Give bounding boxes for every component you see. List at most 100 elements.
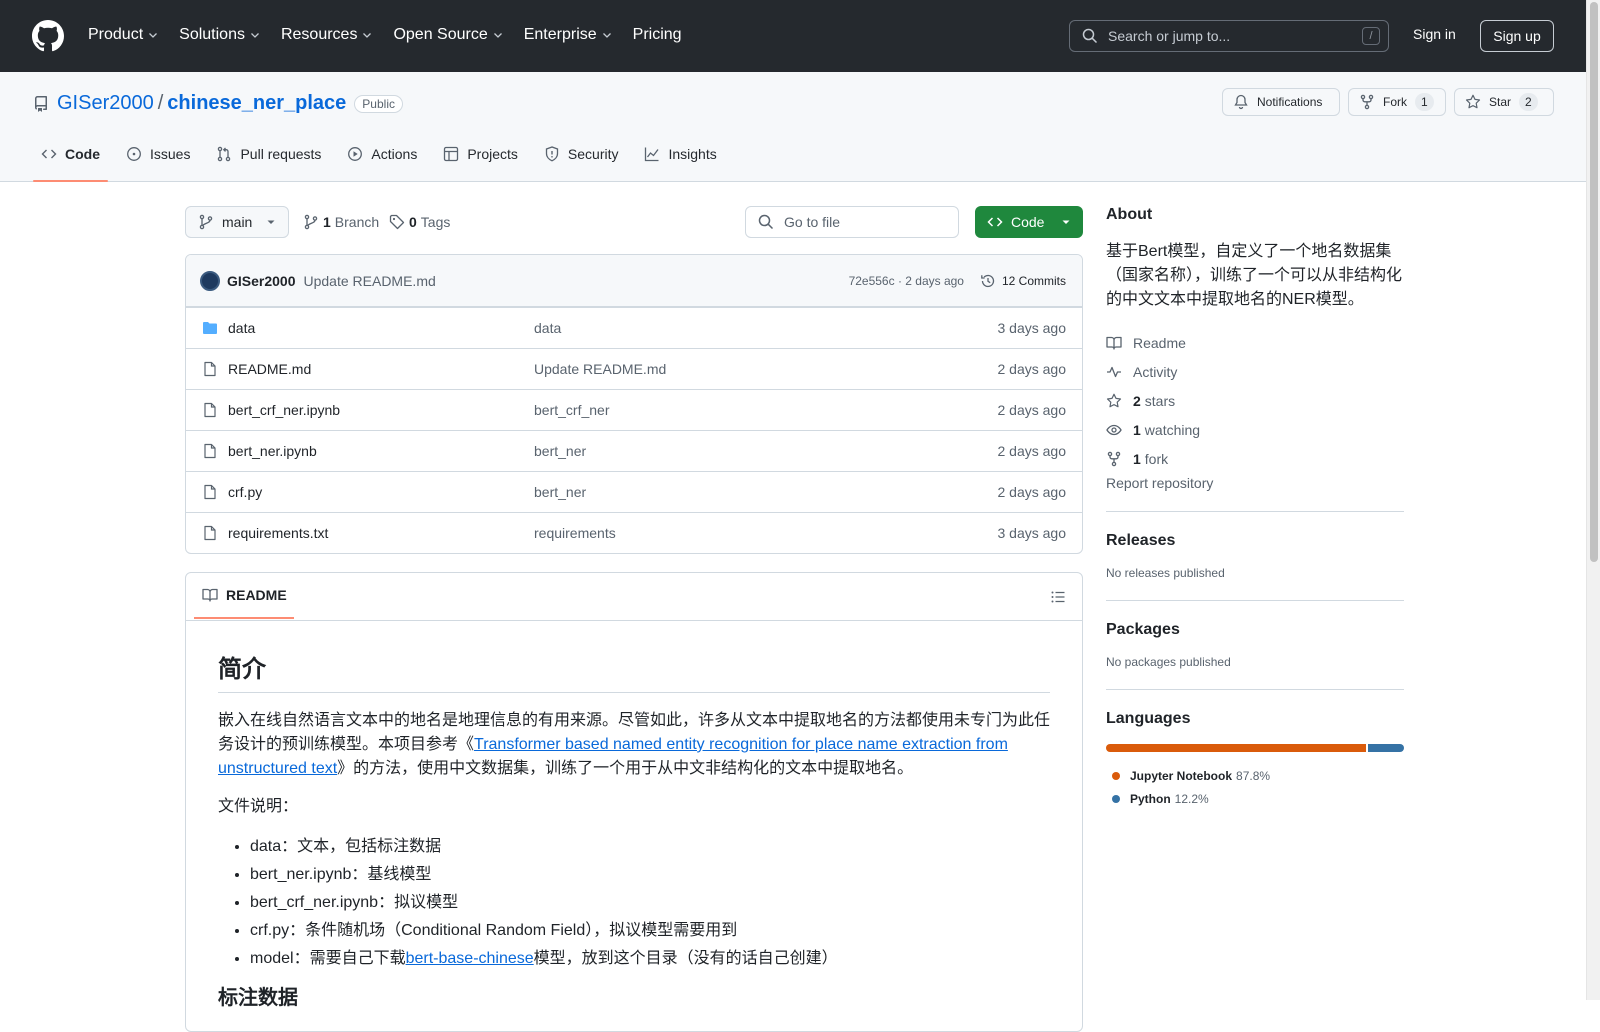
graph-icon bbox=[645, 147, 660, 162]
file-name: crf.py bbox=[228, 484, 263, 500]
avatar[interactable] bbox=[200, 270, 220, 291]
report-repository-link[interactable]: Report repository bbox=[1106, 475, 1404, 491]
tab-security[interactable]: Security bbox=[536, 138, 627, 182]
search-icon bbox=[758, 214, 774, 230]
file-commit-message[interactable]: bert_ner bbox=[534, 484, 998, 500]
readme-tab-underline bbox=[194, 617, 294, 619]
tag-label: Tags bbox=[420, 214, 451, 230]
tab-pull-requests[interactable]: Pull requests bbox=[208, 138, 329, 182]
outline-button[interactable] bbox=[1050, 589, 1066, 605]
language-item[interactable]: Jupyter Notebook 87.8% bbox=[1112, 764, 1404, 787]
tab-issues[interactable]: Issues bbox=[118, 138, 198, 182]
search-placeholder: Search or jump to... bbox=[1108, 28, 1231, 44]
forks-link[interactable]: 1 fork bbox=[1106, 444, 1404, 473]
file-commit-message[interactable]: bert_crf_ner bbox=[534, 402, 998, 418]
notifications-button[interactable]: Notifications bbox=[1222, 88, 1340, 116]
divider bbox=[1106, 689, 1404, 690]
activity-link[interactable]: Activity bbox=[1106, 357, 1404, 386]
readme-text: 模型，放到这个目录（没有的话自己创建） bbox=[533, 950, 838, 967]
file-link[interactable]: requirements.txt bbox=[202, 525, 534, 541]
repo-owner-link[interactable]: GISer2000 bbox=[57, 92, 154, 115]
issue-icon bbox=[127, 147, 141, 161]
go-to-file-input[interactable]: Go to file bbox=[745, 206, 959, 238]
file-link[interactable]: data bbox=[202, 320, 534, 336]
list-item: data：文本，包括标注数据 bbox=[250, 833, 1050, 861]
scrollbar-thumb[interactable] bbox=[1590, 2, 1598, 562]
tab-actions[interactable]: Actions bbox=[339, 138, 425, 182]
commit-author-link[interactable]: GISer2000 bbox=[227, 273, 296, 289]
readme-link[interactable]: Readme bbox=[1106, 328, 1404, 357]
fork-icon bbox=[1107, 451, 1121, 466]
stars-link[interactable]: 2 stars bbox=[1106, 386, 1404, 415]
star-count: 2 bbox=[1519, 93, 1538, 111]
tag-icon bbox=[389, 214, 405, 230]
list-item: bert_crf_ner.ipynb：拟议模型 bbox=[250, 889, 1050, 917]
file-link[interactable]: bert_crf_ner.ipynb bbox=[202, 402, 534, 418]
tab-label: Insights bbox=[668, 146, 717, 162]
table-row: bert_ner.ipynb bert_ner 2 days ago bbox=[186, 430, 1082, 471]
branch-select-button[interactable]: main bbox=[185, 206, 289, 238]
table-row: crf.py bert_ner 2 days ago bbox=[186, 471, 1082, 512]
file-date: 2 days ago bbox=[997, 361, 1067, 377]
file-commit-message[interactable]: Update README.md bbox=[534, 361, 998, 377]
chevron-down-icon bbox=[493, 33, 502, 38]
nav-label: Pricing bbox=[632, 26, 682, 43]
repo-name-link[interactable]: chinese_ner_place bbox=[167, 92, 346, 115]
nav-pricing[interactable]: Pricing bbox=[633, 22, 682, 48]
watching-link[interactable]: 1 watching bbox=[1106, 415, 1404, 444]
nav-label: Solutions bbox=[179, 26, 245, 43]
commits-link[interactable]: 12 Commits bbox=[980, 273, 1066, 289]
file-link[interactable]: crf.py bbox=[202, 484, 534, 500]
tab-projects[interactable]: Projects bbox=[435, 138, 526, 182]
tab-insights[interactable]: Insights bbox=[636, 138, 724, 182]
pulse-icon bbox=[1107, 366, 1121, 377]
sign-in-link[interactable]: Sign in bbox=[1413, 26, 1456, 42]
stars-label: stars bbox=[1144, 392, 1176, 409]
nav-enterprise[interactable]: Enterprise bbox=[524, 22, 613, 48]
model-link[interactable]: bert-base-chinese bbox=[406, 950, 534, 967]
file-commit-message[interactable]: data bbox=[534, 320, 998, 336]
language-item[interactable]: Python 12.2% bbox=[1112, 787, 1404, 810]
file-icon bbox=[204, 402, 216, 418]
nav-open-source[interactable]: Open Source bbox=[393, 22, 503, 48]
file-commit-message[interactable]: requirements bbox=[534, 525, 998, 541]
commit-message-link[interactable]: Update README.md bbox=[304, 273, 849, 289]
page-scrollbar[interactable] bbox=[1586, 0, 1600, 1000]
commit-hash-date[interactable]: 72e556c · 2 days ago bbox=[849, 274, 964, 288]
github-logo-icon[interactable] bbox=[32, 20, 64, 52]
play-icon bbox=[348, 147, 363, 161]
star-button[interactable]: Star 2 bbox=[1454, 88, 1554, 116]
readme-text: model：需要自己下载 bbox=[250, 950, 406, 967]
eye-icon bbox=[1106, 424, 1122, 435]
nav-resources[interactable]: Resources bbox=[281, 22, 373, 48]
nav-product[interactable]: Product bbox=[88, 22, 159, 48]
search-input[interactable]: Search or jump to... / bbox=[1069, 20, 1389, 52]
packages-title[interactable]: Packages bbox=[1106, 621, 1404, 639]
language-dot bbox=[1112, 771, 1120, 780]
sign-up-button[interactable]: Sign up bbox=[1480, 20, 1554, 52]
go-to-file-placeholder: Go to file bbox=[784, 214, 841, 230]
star-label: Star bbox=[1489, 95, 1512, 109]
file-link[interactable]: bert_ner.ipynb bbox=[202, 443, 534, 459]
file-link[interactable]: README.md bbox=[202, 361, 534, 377]
file-commit-message[interactable]: bert_ner bbox=[534, 443, 998, 459]
shield-icon bbox=[545, 146, 559, 162]
pull-request-icon bbox=[218, 146, 231, 162]
code-icon bbox=[987, 217, 1003, 227]
nav-solutions[interactable]: Solutions bbox=[179, 22, 261, 48]
code-dropdown-button[interactable]: Code bbox=[975, 206, 1083, 238]
history-icon bbox=[981, 274, 995, 287]
releases-title[interactable]: Releases bbox=[1106, 532, 1404, 550]
chevron-down-icon bbox=[363, 33, 372, 38]
tab-label: Code bbox=[65, 146, 100, 162]
releases-empty: No releases published bbox=[1106, 566, 1225, 580]
branches-link[interactable]: 1 Branch bbox=[303, 214, 379, 230]
fork-button[interactable]: Fork 1 bbox=[1348, 88, 1446, 116]
fork-label: Fork bbox=[1383, 95, 1407, 109]
readme-tab[interactable]: README bbox=[202, 587, 287, 603]
tab-code[interactable]: Code bbox=[33, 138, 108, 182]
nav-label: Open Source bbox=[393, 26, 488, 43]
list-item: bert_ner.ipynb：基线模型 bbox=[250, 861, 1050, 889]
tags-link[interactable]: 0 Tags bbox=[389, 214, 450, 230]
file-date: 2 days ago bbox=[997, 443, 1067, 459]
